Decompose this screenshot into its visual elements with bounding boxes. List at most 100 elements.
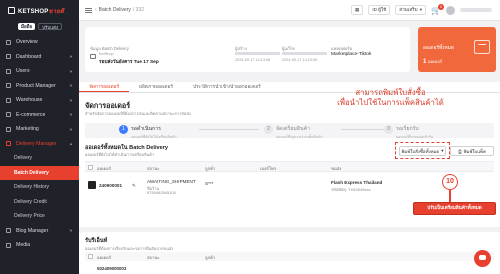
chevron-down-icon: ▼: [69, 97, 73, 103]
brand-logo[interactable]: KETSHOPขายดี: [0, 0, 79, 21]
step-connector: [199, 129, 259, 130]
step-subtitle: ออเดอร์ที่ยังไม่ได้เตรียมสินค้า: [131, 135, 177, 139]
chevron-down-icon: ▼: [69, 68, 73, 74]
breadcrumb-current: Batch Delivery: [98, 7, 131, 13]
annotation-line-2: เพื่อนำไปใช้ในการแพ็คสินค้าได้: [337, 97, 444, 107]
total-orders-card: ออเดอร์ทั้งหมด 1 ออเดอร์: [418, 27, 496, 72]
print-all-orders-button[interactable]: พิมพ์ใบสั่งซื้อทั้งหมด ▾: [399, 146, 446, 156]
table-row[interactable]: 240900001 ✎ AWAITING_SHIPMENT ชื่อร้าน 5…: [85, 177, 494, 205]
step-subtitle: ออเดอร์ที่รอขนส่งเข้ารับ: [396, 135, 434, 139]
chevron-down-icon: ▼: [69, 112, 73, 118]
editor-label: ผู้แก้ไข: [282, 46, 295, 51]
sidebar-item-blog-manager[interactable]: Blog Manager ▼: [0, 224, 79, 239]
column-carrier: ขนส่ง: [331, 166, 342, 171]
sidebar-subitem-delivery-credit[interactable]: Delivery Credit: [0, 195, 79, 210]
annotation-callout: สามารถพิมพ์ใบสั่งซื้อ เพื่อนำไปใช้ในการแ…: [328, 88, 453, 107]
sidebar-item-dashboard[interactable]: Dashboard ▼: [0, 50, 79, 65]
sidebar-nav: Overview Dashboard ▼ Users ▼ Product Manag…: [0, 35, 79, 253]
tiktok-icon: [88, 181, 96, 189]
logo-suffix: ขายดี: [48, 8, 65, 15]
back-arrow-icon[interactable]: ‹: [95, 7, 97, 13]
sidebar-item-label: Product Manager: [16, 82, 56, 89]
select-all-checkbox[interactable]: [88, 254, 93, 259]
select-all-checkbox[interactable]: [88, 165, 93, 170]
print-packing-label: พิมพ์ใบแพ็ค: [463, 148, 486, 154]
updated-time: 2024-09-17 14:15:06: [282, 58, 318, 62]
sidebar-subitem-batch-delivery[interactable]: Batch Delivery: [0, 165, 79, 180]
sidebar-item-label: Overview: [16, 39, 38, 46]
step-pending[interactable]: 1 รอดำเนินการออเดอร์ที่ยังไม่ได้เตรียมสิ…: [119, 125, 177, 140]
column-status: สถานะ: [147, 166, 160, 171]
sidebar-subitem-delivery-history[interactable]: Delivery History: [0, 180, 79, 195]
mode-switch: มือถือ ปรับแต่ง: [0, 21, 79, 35]
store-id-button[interactable]: ID ผู้ใช้: [368, 5, 391, 15]
truck-icon: [6, 141, 11, 147]
sidebar-item-media[interactable]: Media: [0, 238, 79, 253]
step-number: 3: [384, 125, 393, 134]
column-customer: ลูกค้า: [205, 166, 216, 171]
sidebar-item-label: Marketing: [16, 126, 39, 133]
order-number[interactable]: 240900001: [99, 183, 122, 188]
grid-button[interactable]: ▦: [351, 5, 364, 15]
step-number: 1: [119, 125, 128, 134]
print-packing-button[interactable]: ⎙ พิมพ์ใบแพ็ค: [450, 146, 494, 156]
sidebar-item-label: Users: [16, 68, 30, 75]
avatar[interactable]: [446, 5, 455, 15]
top-bar: ‹ Batch Delivery / 332 ▦ ID ผู้ใช้ ส่วนเ…: [79, 0, 500, 21]
step-title: รอเรียกรับ: [396, 126, 419, 132]
sidebar-item-warehouse[interactable]: Warehouse ▼: [0, 93, 79, 108]
box-icon: [6, 83, 11, 89]
step-preparing[interactable]: 2 จัดเตรียมสินค้า ออเดอร์ที่อยู่ระหว่างแพ…: [264, 125, 323, 140]
hamburger-menu-icon[interactable]: [85, 7, 92, 13]
batch-info-card: ข้อมูล Batch Delivery KetShop รอบส่งวันอ…: [85, 27, 410, 72]
set-all-preparing-button[interactable]: ปรับเป็นเตรียมสินค้าทั้งหมด: [413, 202, 496, 215]
sidebar-item-delivery-manager[interactable]: Delivery Manager ▲: [0, 137, 79, 152]
editor-email-blurred: [282, 52, 327, 55]
addons-dropdown[interactable]: ส่วนเสริม ▾: [395, 5, 426, 15]
sidebar-item-product-manager[interactable]: Product Manager ▼: [0, 79, 79, 94]
badge-pointer: [449, 190, 451, 202]
sidebar-item-overview[interactable]: Overview: [0, 35, 79, 50]
tab-import-history[interactable]: ประวัติการนำเข้า/นำออกออเดอร์: [183, 82, 271, 92]
sidebar: KETSHOPขายดี มือถือ ปรับแต่ง Overview Da…: [0, 0, 79, 274]
chevron-down-icon: ▾: [419, 7, 422, 12]
column-customer: ลูกค้า: [205, 255, 216, 260]
carrier-name: Flash Express Thailand: [331, 180, 383, 185]
step-awaiting-pickup[interactable]: 3 รอเรียกรับออเดอร์ที่รอขนส่งเข้ารับ: [384, 125, 433, 140]
package-icon: [474, 40, 490, 54]
delivery-round: รอบส่งวันอังคาร Tue 17 Sep: [99, 60, 159, 65]
tab-order-summary[interactable]: ผลิตภาพออเดอร์: [129, 82, 183, 92]
step-title: รอดำเนินการ: [131, 126, 161, 132]
sidebar-item-label: Delivery Manager: [16, 140, 57, 147]
platform-value: Marketplace-Tiktok: [331, 52, 372, 57]
top-actions: ▦ ID ผู้ใช้ ส่วนเสริม ▾ 🛒 0: [351, 3, 492, 15]
mode-customize-button[interactable]: ปรับแต่ง: [38, 23, 63, 30]
shop-name: KetShop: [99, 52, 114, 56]
sidebar-item-users[interactable]: Users ▼: [0, 64, 79, 79]
tab-manage-orders[interactable]: จัดการออเดอร์: [79, 82, 130, 92]
sidebar-item-marketing[interactable]: Marketing ▼: [0, 122, 79, 137]
step-connector: [341, 129, 384, 130]
pickup-title: รับรีเอ็นท์: [85, 238, 108, 244]
orders-subtitle: ออเดอร์ที่ยังไม่ได้ดำเนินการเตรียมสินค้า: [85, 152, 155, 157]
chat-support-button[interactable]: [474, 250, 491, 267]
logo-icon: [8, 7, 15, 14]
sidebar-subitem-delivery[interactable]: Delivery: [0, 151, 79, 166]
edit-icon[interactable]: ✎: [132, 183, 136, 189]
sidebar-subitem-delivery-price[interactable]: Delivery Price: [0, 209, 79, 224]
mode-mobile-button[interactable]: มือถือ: [18, 23, 36, 30]
platform-label: แพลตฟอร์ม: [331, 46, 353, 51]
column-order: ออเดอร์: [97, 255, 111, 260]
cart-button[interactable]: 🛒 0: [431, 3, 444, 15]
pickup-order-number[interactable]: 502409000003: [97, 266, 126, 271]
breadcrumb: ‹ Batch Delivery / 332: [95, 7, 144, 13]
created-time: 2024-09-17 14:13:58: [235, 58, 271, 62]
chevron-down-icon: ▼: [69, 228, 73, 234]
image-icon: [6, 242, 11, 248]
column-order: ออเดอร์: [97, 166, 111, 171]
sidebar-item-label: Warehouse: [16, 97, 43, 104]
total-orders-unit: ออเดอร์: [428, 59, 442, 64]
sidebar-item-ecommerce[interactable]: E-commerce ▼: [0, 108, 79, 123]
user-name-blurred[interactable]: [460, 8, 492, 12]
carrier-subtitle: รหัสพัสดุ: TH10045xxx: [331, 187, 371, 192]
